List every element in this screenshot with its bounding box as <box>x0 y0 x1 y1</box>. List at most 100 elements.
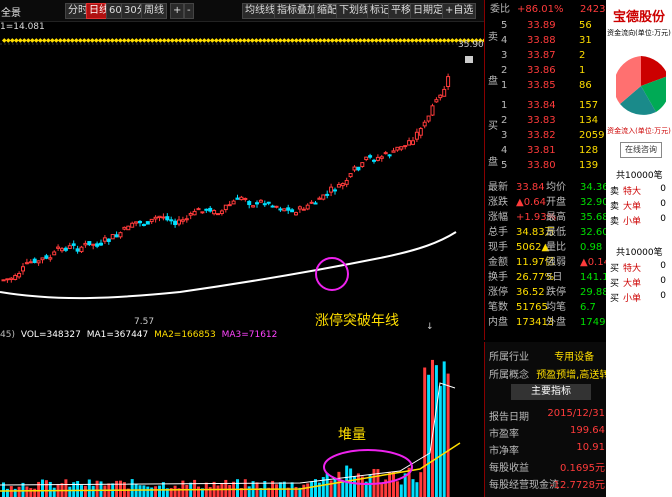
sell-level-2[interactable]: 2 33.86 1 <box>485 63 605 78</box>
candle <box>235 197 240 200</box>
candle <box>372 159 376 162</box>
candle <box>251 205 256 208</box>
volume-bar <box>216 485 220 497</box>
quote-stats: 最新 33.84 均价 34.36 涨跌 ▲0.64 开盘 32.90 涨幅 +1.93% 最高 35… <box>484 180 625 340</box>
concept-row[interactable]: 所属概念 预盈预增,高送转... <box>489 366 619 381</box>
candle <box>438 94 443 99</box>
chart-toolbar: 全景 分时 日线 60分 30分 周线 + - 均线线 指标叠加 缩配 下划线 … <box>0 0 484 22</box>
volume-bar <box>5 488 9 497</box>
volume-bar <box>434 365 438 497</box>
candle <box>305 204 310 210</box>
volume-bar <box>158 485 161 497</box>
volume-bar <box>91 485 95 497</box>
volume-chart[interactable]: 堆量 <box>0 343 484 497</box>
volume-bar <box>356 473 360 497</box>
buy-level-5[interactable]: 5 33.80 139 <box>485 158 605 173</box>
candle <box>48 257 53 260</box>
volume-bar <box>317 482 321 497</box>
candle <box>247 201 252 206</box>
candle <box>149 218 154 223</box>
volume-bar <box>337 471 341 497</box>
candle <box>32 258 37 263</box>
ad-subtitle: 资金流向(单位:万元) <box>607 29 671 37</box>
volume-annotation: 堆量 <box>338 427 366 443</box>
candle <box>138 220 142 224</box>
candle <box>294 212 298 216</box>
buy-level-3[interactable]: 3 33.82 2059 <box>485 128 605 143</box>
candle <box>204 208 209 211</box>
candle <box>56 246 61 249</box>
flow-row: 买特大 0 <box>610 261 666 274</box>
main-indicators-button[interactable]: 主要指标 <box>511 384 591 400</box>
candle <box>184 218 189 221</box>
volume-bar <box>99 481 103 497</box>
add-favorite-button[interactable]: +自选 <box>442 3 477 19</box>
chat-button[interactable]: 在线咨询 <box>620 142 662 158</box>
sell-level-1[interactable]: 1 33.85 86 <box>485 78 605 93</box>
volume-bar <box>150 487 154 497</box>
candle <box>333 189 337 192</box>
stat-row: 总手 34.83万 最低 32.60 <box>488 227 609 238</box>
volume-bar <box>275 484 278 497</box>
ma1-value: MA1=367447 <box>86 330 149 340</box>
volume-bar <box>142 485 146 497</box>
volume-bar <box>17 486 21 497</box>
ma-line-button[interactable]: 均线线 <box>242 3 278 19</box>
industry-row: 所属行业 专用设备 <box>489 352 595 363</box>
volume-bar <box>115 480 119 497</box>
volume-bar <box>333 477 337 497</box>
candle <box>231 200 236 205</box>
flow-title-2: 共10000笔 <box>616 248 663 258</box>
volume-bar <box>243 479 247 497</box>
volume-bar <box>25 486 29 497</box>
volume-bar <box>64 479 68 497</box>
ad-title: 宝德股份 <box>612 10 665 25</box>
volume-bar <box>446 373 450 497</box>
volume-bar <box>83 485 87 497</box>
sell-level-5[interactable]: 5 33.89 56 <box>485 18 605 33</box>
price-chart[interactable]: ◆ ◆ ◆ ◆ ◆ ◆ ◆ ◆ ◆ ◆ ◆ ◆ ◆ ◆ ◆ ◆ ◆ ◆ ◆ ◆ ◆ ◆ ◆ ◆ ◆ ◆ ◆ ◆ ◆ ◆ ◆ ◆ ◆ ◆ ◆ ◆ ◆ ◆ ◆ ◆… <box>0 30 484 330</box>
candle <box>364 156 369 161</box>
flow-row: 买小单 0 <box>610 291 666 304</box>
candle <box>387 154 392 157</box>
candle <box>95 243 100 247</box>
candle <box>219 210 224 215</box>
volume-bar <box>146 486 150 497</box>
candle <box>17 273 22 278</box>
candle <box>266 201 271 204</box>
volume-bar <box>33 488 37 497</box>
volume-bar <box>392 471 395 497</box>
info-row: 报告日期 2015/12/31 <box>489 408 605 423</box>
buy-level-4[interactable]: 4 33.81 128 <box>485 143 605 158</box>
volume-bar <box>388 472 392 497</box>
volume-legend: 45) VOL=348327 MA1=367447 MA2=166853 MA3… <box>0 330 278 340</box>
candle <box>75 248 80 252</box>
chart-title: 全景 <box>1 8 21 19</box>
volume-bar <box>181 480 185 497</box>
info-row: 市净率 10.91 <box>489 442 605 457</box>
buy-level-1[interactable]: 1 33.84 157 <box>485 98 605 113</box>
candle <box>177 219 181 225</box>
volume-bar <box>76 481 80 497</box>
zoom-in-button[interactable]: + <box>170 3 185 19</box>
volume-bar <box>228 485 232 497</box>
zoom-out-button[interactable]: - <box>184 3 194 19</box>
volume-bar <box>341 480 345 497</box>
sell-level-3[interactable]: 3 33.87 2 <box>485 48 605 63</box>
tab-weekly[interactable]: 周线 <box>141 3 167 19</box>
candle <box>340 183 345 187</box>
candle <box>188 213 193 216</box>
buy-level-2[interactable]: 2 33.83 134 <box>485 113 605 128</box>
candle <box>352 166 357 171</box>
volume-bar <box>224 479 228 497</box>
volume-bar <box>29 488 33 497</box>
volume-bar <box>302 484 306 497</box>
candle <box>169 219 174 222</box>
volume-bar <box>87 479 91 497</box>
candle <box>118 232 123 238</box>
candle <box>375 156 380 161</box>
candle <box>44 255 49 259</box>
sell-level-4[interactable]: 4 33.88 31 <box>485 33 605 48</box>
candle <box>290 209 295 213</box>
ma2-value: MA2=166853 <box>154 330 216 340</box>
